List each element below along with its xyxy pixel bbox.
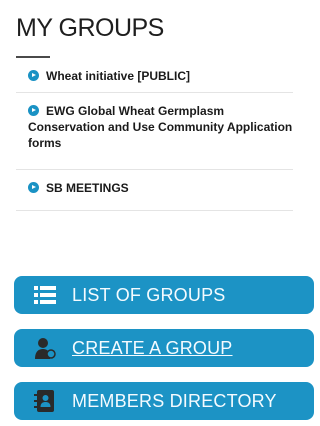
group-list: Wheat initiative [PUBLIC] EWG Global Whe… <box>16 62 293 211</box>
list-of-groups-button[interactable]: LIST OF GROUPS <box>14 276 314 314</box>
group-item[interactable]: EWG Global Wheat Germplasm Conservation … <box>16 93 293 170</box>
group-label[interactable]: Wheat initiative [PUBLIC] <box>46 69 190 83</box>
group-label[interactable]: SB MEETINGS <box>46 181 129 195</box>
play-circle-icon <box>28 105 39 116</box>
create-group-button[interactable]: CREATE A GROUP <box>14 329 314 367</box>
group-item[interactable]: SB MEETINGS <box>16 170 293 211</box>
group-label[interactable]: EWG Global Wheat Germplasm Conservation … <box>28 104 292 150</box>
members-directory-label: MEMBERS DIRECTORY <box>72 390 277 411</box>
address-book-icon <box>34 390 54 412</box>
play-circle-icon <box>28 70 39 81</box>
create-group-label: CREATE A GROUP <box>72 337 233 358</box>
play-circle-icon <box>28 182 39 193</box>
list-icon <box>34 286 56 304</box>
members-directory-button[interactable]: MEMBERS DIRECTORY <box>14 382 314 420</box>
user-add-icon <box>35 338 56 359</box>
page-title: MY GROUPS <box>16 14 164 42</box>
title-underline <box>16 56 50 58</box>
group-item[interactable]: Wheat initiative [PUBLIC] <box>16 62 293 93</box>
list-of-groups-label: LIST OF GROUPS <box>72 284 226 305</box>
